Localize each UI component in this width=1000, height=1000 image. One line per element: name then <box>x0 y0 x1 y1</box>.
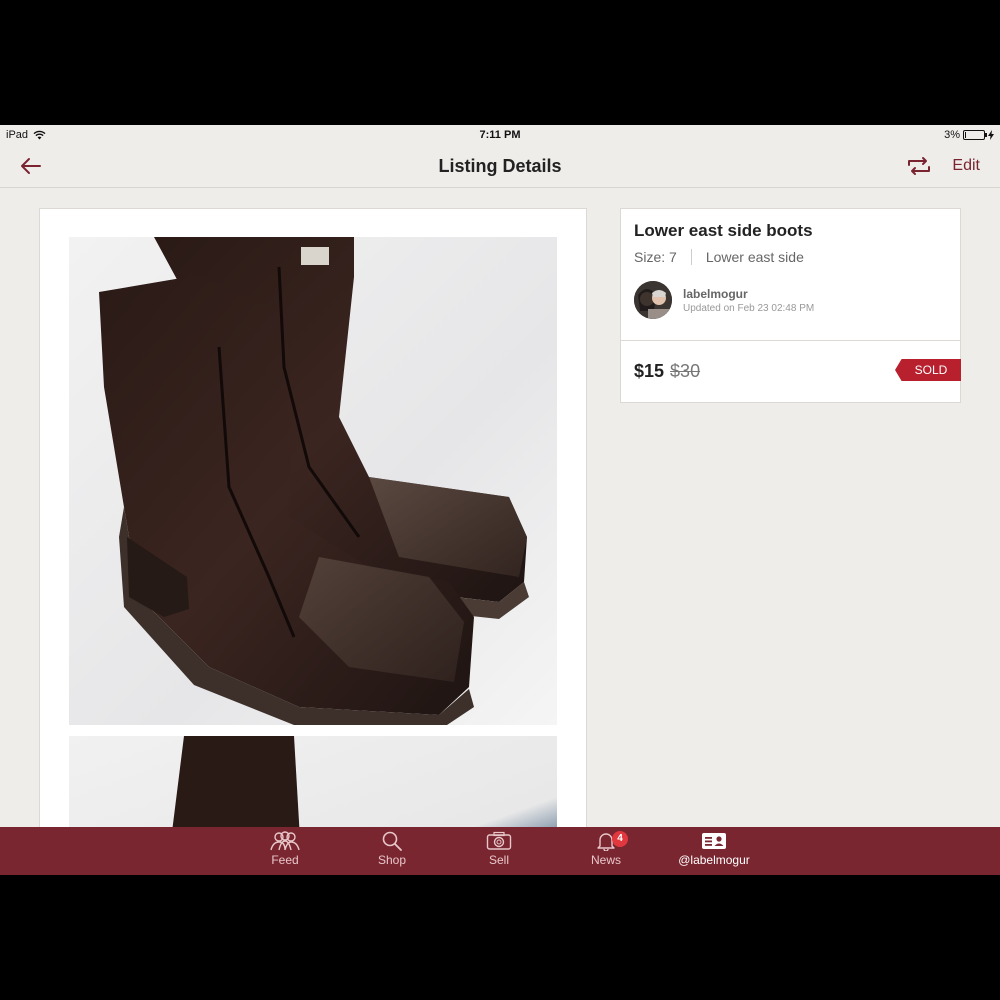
price-row: $15 $30 <box>634 361 700 382</box>
battery-fill <box>965 132 966 138</box>
card-divider <box>621 340 960 341</box>
avatar-photo <box>634 281 672 319</box>
boots-photo <box>99 237 529 725</box>
status-time: 7:11 PM <box>479 129 521 141</box>
meta-divider <box>690 249 692 265</box>
tab-feed-label: Feed <box>271 853 299 867</box>
battery-icon <box>963 130 987 140</box>
listing-image-card <box>39 208 587 850</box>
tab-bar: Feed Shop Sell 4 News @labelmogur <box>0 827 1000 875</box>
listing-photo-main[interactable] <box>69 237 557 725</box>
avatar[interactable] <box>634 281 672 319</box>
listing-brand[interactable]: Lower east side <box>706 249 804 265</box>
people-icon <box>270 831 300 851</box>
edit-button[interactable]: Edit <box>952 157 980 175</box>
tab-feed[interactable]: Feed <box>240 831 330 871</box>
original-price: $30 <box>670 361 701 381</box>
tab-sell[interactable]: Sell <box>454 831 544 871</box>
listing-title: Lower east side boots <box>634 221 813 240</box>
share-button[interactable] <box>906 155 932 177</box>
search-icon <box>382 831 402 851</box>
listing-info-card: Lower east side boots Size: 7 Lower east… <box>620 208 961 403</box>
seller-name[interactable]: labelmogur <box>683 287 814 301</box>
profile-card-icon <box>702 833 726 849</box>
tab-shop[interactable]: Shop <box>347 831 437 871</box>
tab-news-label: News <box>590 853 621 867</box>
battery-percent: 3% <box>944 129 960 141</box>
sold-badge: SOLD <box>895 359 961 381</box>
charging-bolt-icon <box>988 130 994 140</box>
tab-profile-label: @labelmogur <box>678 853 750 867</box>
app-screen: iPad 7:11 PM 3% Listing Details Edit Low… <box>0 125 1000 875</box>
listing-size: Size: 7 <box>634 249 677 265</box>
tab-sell-label: Sell <box>488 853 509 867</box>
tab-news[interactable]: 4 News <box>561 831 651 871</box>
seller-info: labelmogur Updated on Feb 23 02:48 PM <box>634 281 814 319</box>
repost-icon <box>908 157 930 175</box>
listing-meta: Size: 7 Lower east side <box>634 249 804 265</box>
listing-price: $15 <box>634 361 665 381</box>
tab-shop-label: Shop <box>377 853 407 867</box>
page-title: Listing Details <box>438 156 562 176</box>
updated-timestamp: Updated on Feb 23 02:48 PM <box>683 302 815 314</box>
nav-bar: Listing Details Edit <box>0 147 1000 188</box>
camera-icon <box>486 831 512 850</box>
tab-profile[interactable]: @labelmogur <box>669 831 759 871</box>
status-bar: iPad 7:11 PM 3% <box>0 125 1000 147</box>
news-badge: 4 <box>612 831 628 847</box>
